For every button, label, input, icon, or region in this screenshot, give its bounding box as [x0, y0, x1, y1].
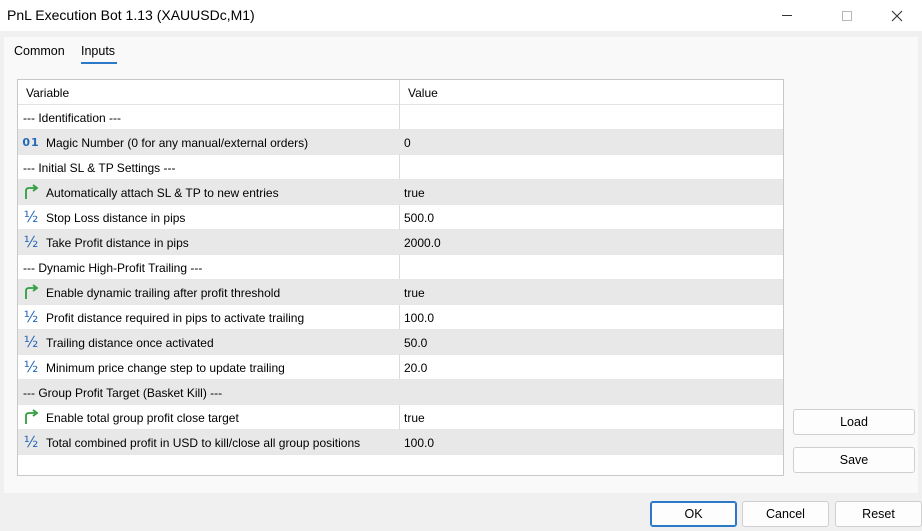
variable-cell: --- Dynamic High-Profit Trailing ---	[18, 255, 399, 279]
integer-icon: 01	[22, 135, 40, 149]
value-cell[interactable]: true	[400, 180, 783, 204]
load-button[interactable]: Load	[793, 409, 915, 435]
value-cell[interactable]: true	[400, 405, 783, 429]
maximize-icon	[842, 10, 852, 21]
tab-inputs[interactable]: Inputs	[81, 44, 115, 58]
variable-cell: ½ Total combined profit in USD to kill/cl…	[18, 430, 399, 454]
close-button[interactable]	[872, 0, 922, 31]
ok-button[interactable]: OK	[650, 501, 737, 527]
fraction-icon: ½	[23, 233, 39, 251]
fraction-icon: ½	[23, 208, 39, 226]
value-text: 2000.0	[404, 236, 441, 250]
variable-cell: --- Initial SL & TP Settings ---	[18, 155, 399, 179]
window-title: PnL Execution Bot 1.13 (XAUUSDc,M1)	[7, 7, 255, 23]
value-text: 0	[404, 136, 411, 150]
parameter-row[interactable]: ½ Take Profit distance in pips 2000.0	[18, 230, 783, 255]
value-text: true	[404, 186, 425, 200]
close-icon	[891, 10, 903, 21]
variable-cell: ½ Trailing distance once activated	[18, 330, 399, 354]
section-label: --- Group Profit Target (Basket Kill) --…	[23, 386, 223, 400]
variable-cell: 01 Magic Number (0 for any manual/externa…	[18, 130, 399, 154]
active-tab-indicator	[81, 62, 117, 64]
grid-header: Variable Value	[18, 80, 783, 105]
value-text: true	[404, 286, 425, 300]
variable-label: Automatically attach SL & TP to new entr…	[46, 186, 279, 200]
value-cell[interactable]: 0	[400, 130, 783, 154]
value-cell[interactable]: 2000.0	[400, 230, 783, 254]
variable-cell: ½ Minimum price change step to update tra…	[18, 355, 399, 379]
value-text: 100.0	[404, 311, 435, 325]
value-cell[interactable]: 50.0	[400, 330, 783, 354]
value-cell[interactable]: true	[400, 280, 783, 304]
title-bar: PnL Execution Bot 1.13 (XAUUSDc,M1)	[0, 0, 922, 31]
maximize-button[interactable]	[822, 0, 872, 31]
variable-label: Magic Number (0 for any manual/external …	[46, 136, 309, 150]
variable-cell: --- Group Profit Target (Basket Kill) --…	[18, 380, 399, 404]
value-cell[interactable]	[400, 255, 783, 279]
variable-label: Minimum price change step to update trai…	[46, 361, 285, 375]
variable-cell: ½ Profit distance required in pips to act…	[18, 305, 399, 329]
tab-common[interactable]: Common	[14, 44, 65, 58]
variable-label: Trailing distance once activated	[46, 336, 214, 350]
variable-cell: ½ Take Profit distance in pips	[18, 230, 399, 254]
parameter-row[interactable]: Enable total group profit close target tr…	[18, 405, 783, 430]
variable-label: Enable total group profit close target	[46, 411, 239, 425]
parameter-row[interactable]: ½ Profit distance required in pips to act…	[18, 305, 783, 330]
boolean-arrow-icon	[22, 184, 40, 200]
section-label: --- Identification ---	[23, 111, 122, 125]
value-text: 500.0	[404, 211, 435, 225]
parameter-row[interactable]: 01 Magic Number (0 for any manual/externa…	[18, 130, 783, 155]
value-cell[interactable]	[400, 155, 783, 179]
value-cell[interactable]	[400, 105, 783, 129]
inputs-grid: Variable Value --- Identification --- 01 M…	[17, 79, 784, 476]
boolean-arrow-icon	[22, 409, 40, 425]
variable-label: Total combined profit in USD to kill/clo…	[46, 436, 361, 450]
parameter-row[interactable]: Enable dynamic trailing after profit thr…	[18, 280, 783, 305]
value-cell[interactable]: 500.0	[400, 205, 783, 229]
parameter-row[interactable]: ½ Total combined profit in USD to kill/cl…	[18, 430, 783, 455]
value-text: 50.0	[404, 336, 428, 350]
section-header-row[interactable]: --- Initial SL & TP Settings ---	[18, 155, 783, 180]
parameter-row[interactable]: Automatically attach SL & TP to new entr…	[18, 180, 783, 205]
parameter-row[interactable]: ½ Trailing distance once activated 50.0	[18, 330, 783, 355]
variable-cell: Enable dynamic trailing after profit thr…	[18, 280, 399, 304]
value-cell[interactable]: 100.0	[400, 305, 783, 329]
variable-label: Stop Loss distance in pips	[46, 211, 186, 225]
value-cell[interactable]	[400, 380, 783, 404]
value-cell[interactable]: 100.0	[400, 430, 783, 454]
section-header-row[interactable]: --- Identification ---	[18, 105, 783, 130]
variable-cell: Automatically attach SL & TP to new entr…	[18, 180, 399, 204]
fraction-icon: ½	[23, 308, 39, 326]
parameter-row[interactable]: ½ Stop Loss distance in pips 500.0	[18, 205, 783, 230]
variable-cell: ½ Stop Loss distance in pips	[18, 205, 399, 229]
variable-label: Enable dynamic trailing after profit thr…	[46, 286, 281, 300]
fraction-icon: ½	[23, 333, 39, 351]
column-header-variable[interactable]: Variable	[26, 86, 69, 100]
boolean-arrow-icon	[22, 284, 40, 300]
reset-button[interactable]: Reset	[835, 501, 922, 527]
variable-cell: --- Identification ---	[18, 105, 399, 129]
variable-cell: Enable total group profit close target	[18, 405, 399, 429]
section-header-row[interactable]: --- Dynamic High-Profit Trailing ---	[18, 255, 783, 280]
section-header-row[interactable]: --- Group Profit Target (Basket Kill) --…	[18, 380, 783, 405]
column-header-value[interactable]: Value	[408, 86, 438, 100]
minimize-button[interactable]	[762, 0, 812, 31]
variable-label: Profit distance required in pips to acti…	[46, 311, 305, 325]
value-cell[interactable]: 20.0	[400, 355, 783, 379]
fraction-icon: ½	[23, 358, 39, 376]
value-text: 100.0	[404, 436, 435, 450]
variable-label: Take Profit distance in pips	[46, 236, 189, 250]
fraction-icon: ½	[23, 433, 39, 451]
value-text: 20.0	[404, 361, 428, 375]
save-button[interactable]: Save	[793, 447, 915, 473]
grid-rows: --- Identification --- 01 Magic Number (0 …	[18, 105, 783, 455]
cancel-button[interactable]: Cancel	[742, 501, 829, 527]
parameter-row[interactable]: ½ Minimum price change step to update tra…	[18, 355, 783, 380]
section-label: --- Initial SL & TP Settings ---	[23, 161, 176, 175]
minimize-icon	[782, 15, 792, 16]
value-text: true	[404, 411, 425, 425]
section-label: --- Dynamic High-Profit Trailing ---	[23, 261, 203, 275]
